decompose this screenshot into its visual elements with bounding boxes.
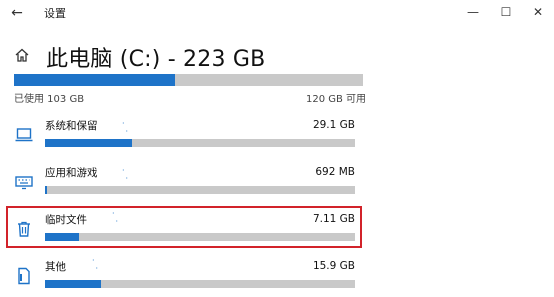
- trash-icon: [18, 221, 30, 237]
- maximize-button[interactable]: ☐: [494, 3, 518, 21]
- category-other[interactable]: 其他 · · 15.9 GB: [8, 256, 364, 297]
- category-usage-bar: [45, 280, 355, 288]
- loading-indicator: · ·: [122, 166, 130, 183]
- window-title: 设置: [44, 7, 66, 20]
- close-button[interactable]: ✕: [526, 3, 550, 21]
- title-bar: ← 设置 — ☐ ✕: [0, 0, 554, 28]
- category-size: 15.9 GB: [312, 260, 355, 272]
- laptop-icon: [15, 128, 33, 142]
- category-name: 系统和保留: [45, 120, 98, 132]
- drive-usage-fill: [14, 74, 175, 86]
- drive-usage-bar: [14, 74, 363, 86]
- available-space-label: 120 GB 可用: [306, 94, 367, 105]
- category-name: 临时文件: [45, 214, 87, 226]
- document-icon: [18, 267, 30, 285]
- category-apps-games[interactable]: 应用和游戏 · · 692 MB: [8, 165, 364, 207]
- category-name: 应用和游戏: [45, 167, 98, 179]
- settings-window: ← 设置 — ☐ ✕ 此电脑 (C:) - 223 GB 已使用 103 GB …: [0, 0, 554, 297]
- category-usage-fill: [45, 233, 80, 241]
- category-usage-bar: [45, 186, 355, 194]
- loading-indicator: · ·: [112, 209, 120, 226]
- category-system-reserved[interactable]: 系统和保留 · · 29.1 GB: [8, 118, 364, 160]
- category-usage-bar: [45, 139, 355, 147]
- category-usage-fill: [45, 280, 101, 288]
- page-title: 此电脑 (C:) - 223 GB: [46, 47, 266, 72]
- minimize-button[interactable]: —: [461, 3, 485, 21]
- keyboard-icon: [15, 176, 33, 190]
- category-size: 692 MB: [315, 166, 355, 178]
- category-size: 7.11 GB: [312, 213, 355, 225]
- back-button[interactable]: ←: [6, 3, 28, 23]
- loading-indicator: · ·: [122, 119, 130, 136]
- category-usage-fill: [45, 139, 132, 147]
- category-temporary-files[interactable]: 临时文件 · · 7.11 GB: [8, 209, 364, 254]
- home-icon: [15, 48, 29, 62]
- used-space-label: 已使用 103 GB: [14, 94, 85, 105]
- loading-indicator: · ·: [92, 256, 100, 273]
- category-size: 29.1 GB: [312, 119, 355, 131]
- category-usage-bar: [45, 233, 355, 241]
- category-name: 其他: [45, 261, 66, 273]
- category-usage-fill: [45, 186, 48, 194]
